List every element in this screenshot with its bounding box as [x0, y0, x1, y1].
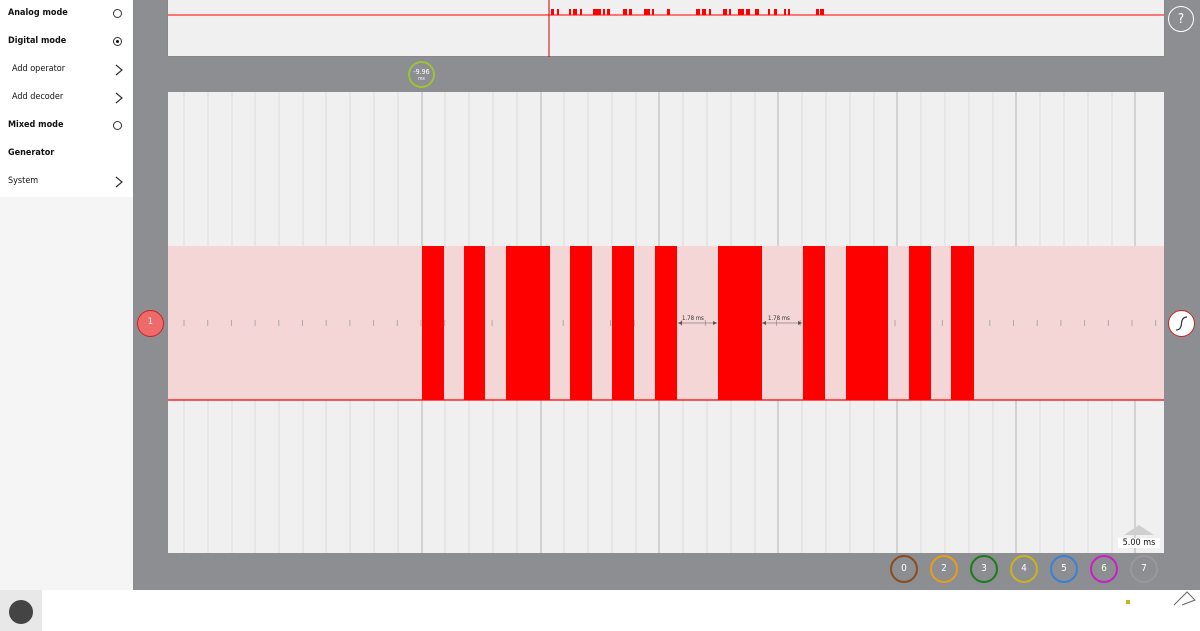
measurement-label-1: 1.78 ms — [682, 315, 704, 322]
menu-item-label: Analog mode — [8, 8, 68, 18]
radio-digital-mode[interactable] — [113, 37, 122, 46]
signal-pulse — [951, 246, 974, 400]
bottom-bar-left — [0, 590, 42, 631]
channel-button-6[interactable]: 6 — [1090, 555, 1118, 583]
signal-pulse — [909, 246, 931, 400]
signal-pulse — [612, 246, 634, 400]
overview-pulse — [816, 9, 819, 15]
overview-pulse — [696, 9, 700, 15]
rising-edge-icon — [1175, 316, 1188, 331]
overview-pulse — [667, 9, 670, 15]
channel-button-label: 3 — [981, 563, 987, 574]
signal-pulse — [464, 246, 485, 400]
trigger-position-unit: ms — [418, 76, 425, 82]
menu-item-label: Add operator — [12, 64, 66, 74]
overview-pulse — [573, 9, 577, 15]
signal-pulse — [803, 246, 825, 400]
channel-button-5[interactable]: 5 — [1050, 555, 1078, 583]
signal-pulse — [570, 246, 592, 400]
channel-button-3[interactable]: 3 — [970, 555, 998, 583]
signal-pulse — [422, 246, 444, 400]
overview-pulse — [607, 9, 610, 15]
signal-pulse — [655, 246, 677, 400]
signal-pulse — [846, 246, 888, 400]
channel-button-0[interactable]: 0 — [890, 555, 918, 583]
overview-pulse — [557, 9, 559, 15]
radio-analog-mode[interactable] — [113, 9, 122, 18]
sidebar: Analog mode Digital mode Add operator Ad… — [0, 0, 133, 590]
waveform-canvas — [168, 92, 1164, 553]
menu-item-label: Mixed mode — [8, 120, 64, 130]
menu-item-add-operator[interactable]: Add operator — [0, 56, 133, 84]
channel-button-label: 7 — [1141, 563, 1147, 574]
measurement-label-2: 1.78 ms — [768, 315, 790, 322]
chevron-right-icon — [115, 64, 123, 76]
overview-pulse — [723, 9, 727, 15]
radio-mixed-mode[interactable] — [113, 121, 122, 130]
channel-button-label: 6 — [1101, 563, 1107, 574]
settings-dial-icon[interactable] — [9, 600, 33, 624]
trigger-position-marker[interactable]: -9.96 ms — [408, 61, 435, 88]
menu-item-analog-mode[interactable]: Analog mode — [0, 0, 133, 28]
overview-pulse — [629, 9, 632, 15]
overview-pulse — [623, 9, 627, 15]
overview-pulse — [603, 9, 605, 15]
overview-pulse — [755, 9, 759, 15]
channel-button-2[interactable]: 2 — [930, 555, 958, 583]
channel-1-offset-marker[interactable]: 1 — [137, 310, 164, 337]
channel-button-label: 0 — [901, 563, 907, 574]
chevron-right-icon — [115, 176, 123, 188]
trigger-level-marker[interactable] — [1168, 310, 1195, 337]
question-icon: ? — [1177, 12, 1185, 27]
waveform-plot[interactable]: 1.78 ms 1.78 ms 5.00 ms — [168, 92, 1164, 553]
menu-item-label: Digital mode — [8, 36, 67, 46]
channel-1-label: 1 — [147, 317, 154, 327]
timebase-arrow-icon[interactable] — [1122, 524, 1156, 536]
timebase-value: 5.00 ms — [1118, 538, 1160, 548]
ruler-icon[interactable] — [1170, 590, 1198, 606]
menu-item-digital-mode[interactable]: Digital mode — [0, 28, 133, 56]
menu-item-mixed-mode[interactable]: Mixed mode — [0, 112, 133, 140]
channel-button-label: 2 — [941, 563, 947, 574]
overview-pulse — [709, 9, 711, 15]
menu-item-label: Add decoder — [12, 92, 64, 102]
status-dot — [1126, 600, 1130, 604]
overview-pulse — [746, 9, 750, 15]
overview-pulse — [784, 9, 786, 15]
overview-pulse — [569, 9, 571, 15]
overview-pulse — [738, 9, 744, 15]
overview-waveform — [168, 0, 1164, 57]
overview-pulse — [644, 9, 650, 15]
menu-item-add-decoder[interactable]: Add decoder — [0, 84, 133, 112]
channel-button-label: 4 — [1021, 563, 1027, 574]
bottom-bar — [0, 590, 1200, 631]
channel-button-7[interactable]: 7 — [1130, 555, 1158, 583]
sidebar-menu: Analog mode Digital mode Add operator Ad… — [0, 0, 133, 197]
overview-pulse — [729, 9, 731, 15]
overview-pulse — [774, 9, 777, 15]
overview-pulse — [551, 9, 554, 15]
channel-button-4[interactable]: 4 — [1010, 555, 1038, 583]
help-button[interactable]: ? — [1168, 6, 1194, 32]
overview-pulse — [580, 9, 582, 15]
overview-pulse — [652, 9, 654, 15]
overview-strip[interactable] — [167, 0, 1165, 57]
menu-item-system[interactable]: System — [0, 168, 133, 196]
chevron-right-icon — [115, 92, 123, 104]
trigger-position-value: -9.96 — [413, 68, 430, 76]
menu-item-generator[interactable]: Generator — [0, 140, 133, 168]
overview-pulse — [788, 9, 790, 15]
channel-button-label: 5 — [1061, 563, 1067, 574]
overview-pulse — [593, 9, 601, 15]
signal-pulse — [718, 246, 762, 400]
overview-pulse — [820, 9, 824, 15]
menu-item-label: Generator — [8, 148, 55, 158]
signal-pulse — [506, 246, 550, 400]
menu-item-label: System — [8, 176, 39, 186]
overview-pulse — [768, 9, 770, 15]
overview-pulse — [702, 9, 706, 15]
